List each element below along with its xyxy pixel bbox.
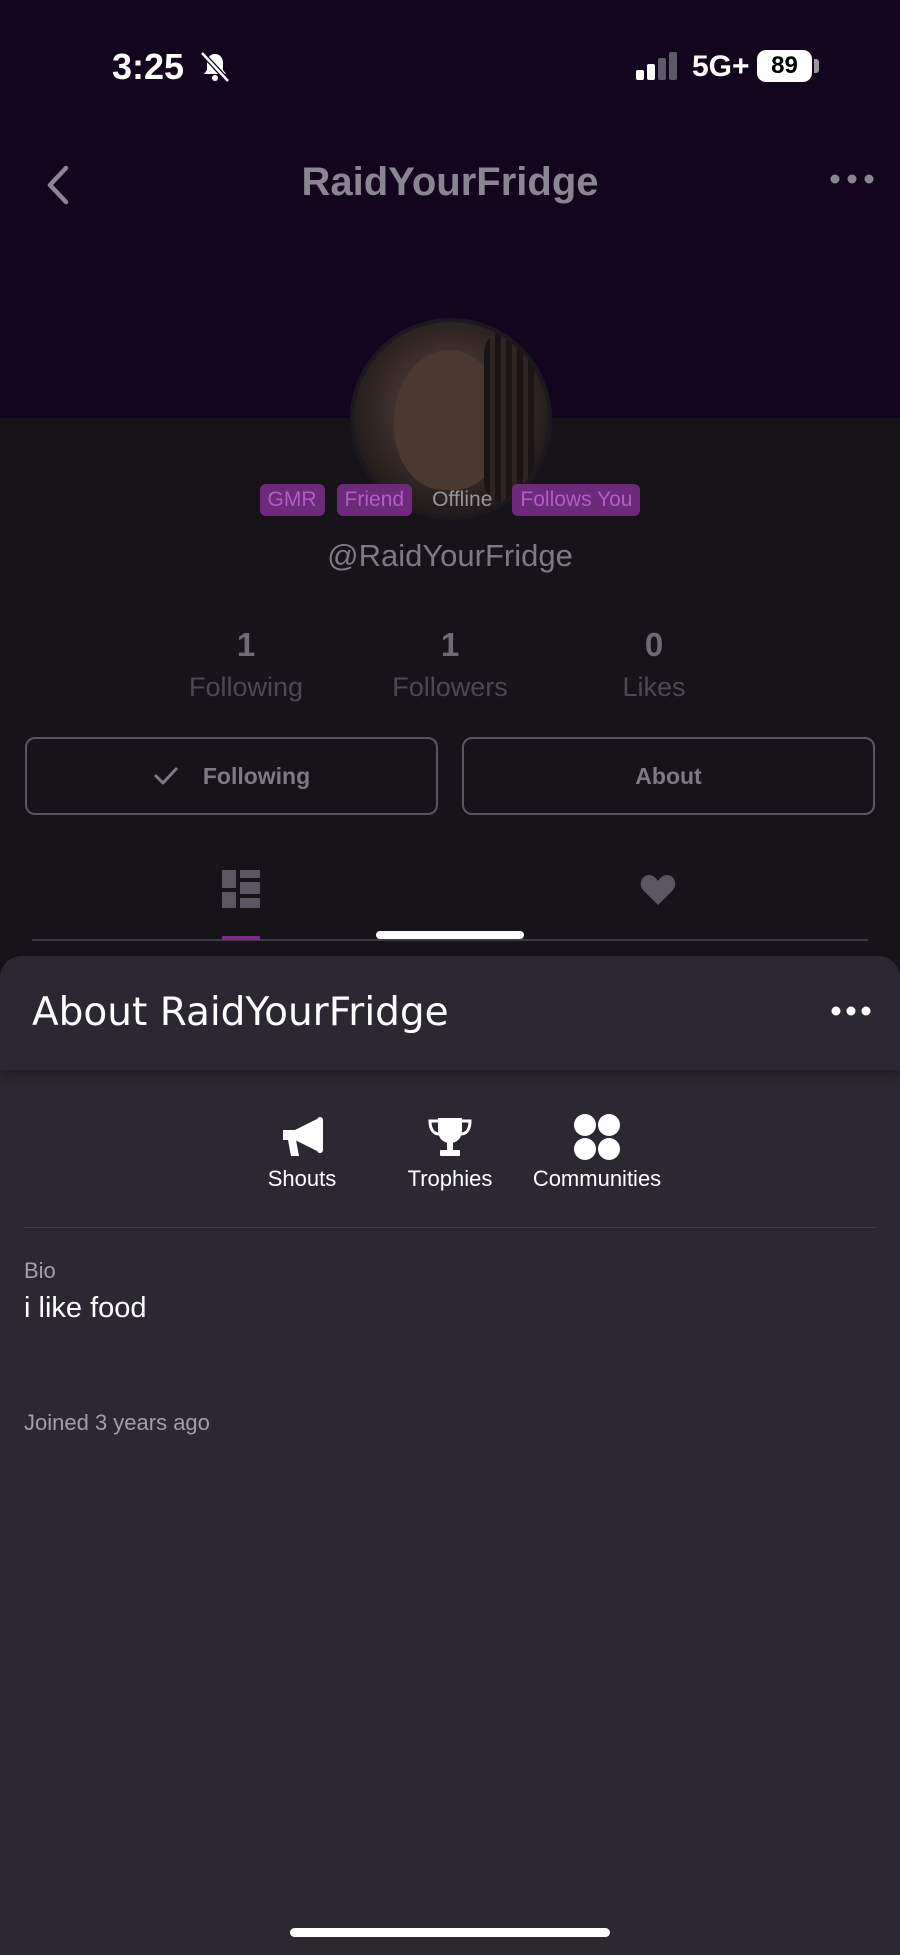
tab-trophies-label: Trophies bbox=[407, 1166, 493, 1191]
cellular-signal-icon bbox=[636, 52, 682, 80]
tab-shouts-label: Shouts bbox=[267, 1166, 337, 1191]
following-button[interactable]: Following bbox=[25, 737, 438, 815]
sheet-grabber[interactable] bbox=[376, 931, 524, 939]
home-indicator[interactable] bbox=[290, 1928, 610, 1937]
battery-level: 89 bbox=[757, 50, 812, 82]
tab-trophies[interactable]: Trophies bbox=[380, 1116, 520, 1192]
sheet-divider bbox=[24, 1227, 876, 1228]
joined-date: Joined 3 years ago bbox=[24, 1410, 210, 1435]
user-handle: @RaidYourFridge bbox=[327, 538, 573, 573]
stat-followers[interactable]: 1 Followers bbox=[350, 626, 550, 703]
stat-likes-value: 0 bbox=[644, 626, 664, 663]
active-tab-indicator bbox=[222, 936, 260, 940]
badge-friend: Friend bbox=[336, 484, 413, 516]
bio-text: i like food bbox=[24, 1292, 147, 1324]
battery-icon bbox=[814, 59, 819, 73]
badge-gmr: GMR bbox=[259, 484, 325, 516]
stat-following-label: Following bbox=[188, 672, 304, 702]
posts-grid-icon[interactable] bbox=[222, 870, 260, 908]
back-chevron-icon[interactable] bbox=[40, 160, 80, 210]
stat-following[interactable]: 1 Following bbox=[146, 626, 346, 703]
stat-likes[interactable]: 0 Likes bbox=[554, 626, 754, 703]
page-title: RaidYourFridge bbox=[301, 160, 599, 204]
about-sheet bbox=[0, 956, 900, 1955]
likes-heart-icon[interactable] bbox=[640, 874, 676, 906]
tab-bar-divider bbox=[32, 939, 868, 941]
stat-followers-label: Followers bbox=[392, 672, 508, 702]
following-button-label: Following bbox=[202, 762, 311, 789]
tab-shouts[interactable]: Shouts bbox=[232, 1116, 372, 1192]
megaphone-icon bbox=[283, 1117, 323, 1156]
silent-bell-icon bbox=[200, 51, 230, 83]
stat-followers-value: 1 bbox=[440, 626, 460, 663]
communities-icon bbox=[574, 1114, 620, 1160]
about-button-label: About bbox=[635, 762, 702, 789]
bio-label: Bio bbox=[24, 1258, 56, 1283]
stat-likes-label: Likes bbox=[622, 672, 686, 702]
more-options-icon[interactable] bbox=[828, 172, 876, 186]
badge-follows-you: Follows You bbox=[512, 484, 641, 516]
badge-offline: Offline bbox=[432, 488, 493, 511]
profile-badges: GMR Friend Offline Follows You bbox=[0, 484, 900, 516]
tab-communities-label: Communities bbox=[532, 1166, 662, 1191]
about-button[interactable]: About bbox=[462, 737, 875, 815]
status-time: 3:25 bbox=[112, 46, 185, 87]
sheet-more-options-icon[interactable] bbox=[830, 1004, 872, 1018]
tab-communities[interactable]: Communities bbox=[522, 1114, 672, 1192]
network-type: 5G+ bbox=[692, 50, 750, 83]
sheet-title: About RaidYourFridge bbox=[32, 990, 449, 1035]
stat-following-value: 1 bbox=[236, 626, 256, 663]
checkmark-icon bbox=[154, 767, 178, 785]
trophy-icon bbox=[428, 1118, 472, 1156]
